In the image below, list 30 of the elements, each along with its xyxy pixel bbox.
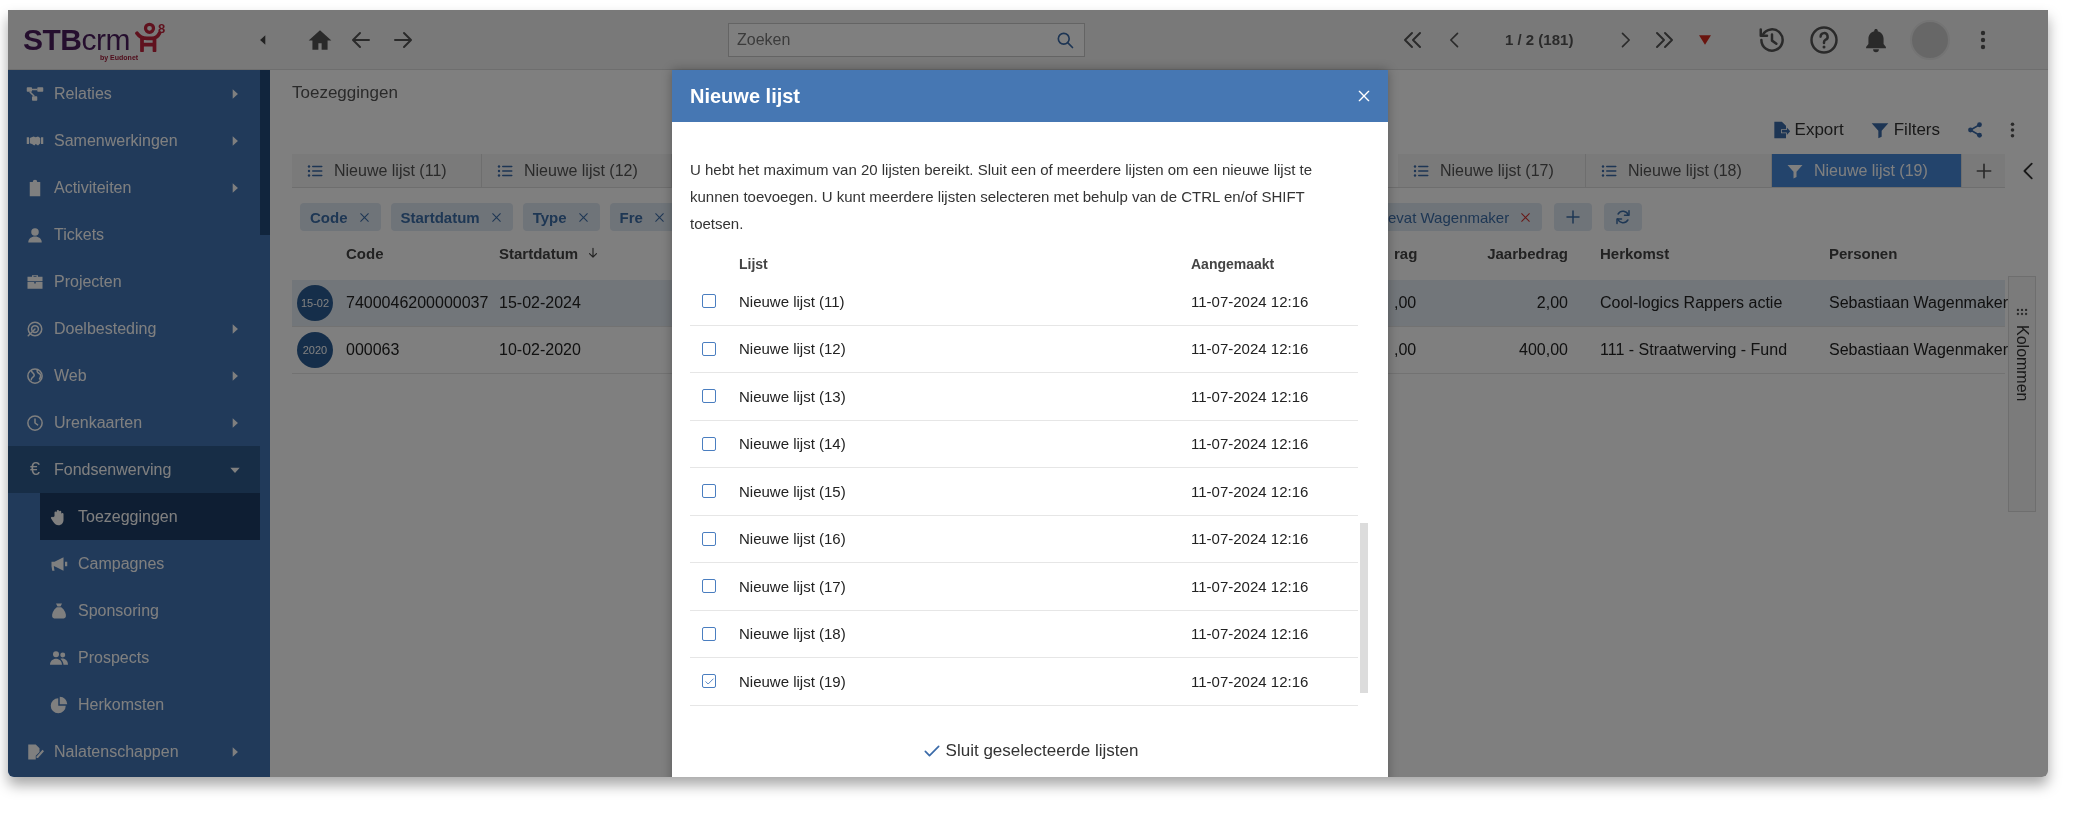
logo-text: STBcrm (23, 22, 130, 56)
date-badge: 2020 (297, 332, 333, 368)
created-date: 11-07-2024 12:16 (1191, 672, 1310, 690)
date-badge: 15-02 (297, 285, 333, 321)
created-date: 11-07-2024 12:16 (1191, 482, 1310, 500)
table-cell-text: 15-02-2024 (498, 294, 581, 312)
column-header: Aangemaakt (1191, 256, 1276, 272)
table-cell-text: ,00 (1393, 341, 1417, 359)
table-cell-text: Sebastiaan Wagenmaker (1828, 341, 2009, 359)
created-date: 11-07-2024 12:16 (1191, 625, 1310, 643)
table-cell-text: 000063 (345, 341, 400, 359)
table-cell-text: 10-02-2020 (498, 341, 581, 359)
table-cell-text: 400,00 (1519, 341, 1569, 359)
table-cell-text: 111 - Straatwerving - Fund (1599, 341, 1788, 359)
table-cell-text: Cool-logics Rappers actie (1599, 294, 1783, 312)
created-date: 11-07-2024 12:16 (1191, 435, 1310, 453)
dialog-message: U hebt het maximum van 20 lijsten bereikt. Sluit een of meerdere lijsten om een nieuwe lijst te kunnen toevoegen. U kunt meerdere lijsten selecteren met behulp van de CTRL en/of SHIFT toetsen. (690, 160, 1313, 234)
table-cell-text: 7400046200000037 (345, 294, 489, 312)
created-date: 11-07-2024 12:16 (1191, 577, 1310, 595)
created-date: 11-07-2024 12:16 (1191, 530, 1310, 548)
table-cell-text: Sebastiaan Wagenmaker (1828, 294, 2009, 312)
created-date: 11-07-2024 12:16 (1191, 292, 1310, 310)
dialog-title: Nieuwe lijst (690, 84, 801, 108)
created-date: 11-07-2024 12:16 (1191, 340, 1310, 358)
table-cell-text: 2,00 (1536, 294, 1569, 312)
table-cell-text: ,00 (1393, 294, 1417, 312)
page-title: Toezeggingen (292, 82, 398, 104)
page-indicator: 1 / 2 (181) (1505, 31, 1574, 48)
column-header: Lijst (739, 256, 769, 272)
created-date: 11-07-2024 12:16 (1191, 387, 1310, 405)
